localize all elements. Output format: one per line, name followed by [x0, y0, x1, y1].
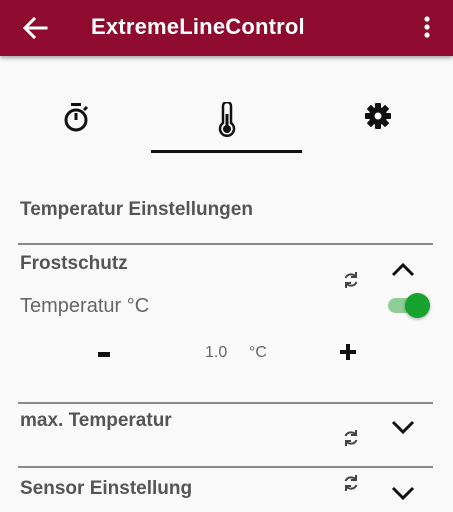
increase-button[interactable]: [340, 344, 356, 360]
app-title: ExtremeLineControl: [91, 14, 305, 39]
chevron-down-icon[interactable]: [390, 418, 416, 436]
sensor-einstellung-title[interactable]: Sensor Einstellung: [20, 478, 192, 500]
toggle-thumb: [405, 293, 430, 318]
frostschutz-title[interactable]: Frostschutz: [20, 253, 128, 275]
temperature-label: Temperatur °C: [20, 295, 150, 317]
timer-icon: [64, 103, 88, 132]
frostschutz-toggle[interactable]: [388, 293, 430, 318]
section-title: Temperatur Einstellungen: [20, 199, 253, 220]
more-vert-icon[interactable]: [415, 14, 439, 42]
app-bar: ExtremeLineControl: [0, 0, 453, 56]
divider: [18, 243, 433, 245]
max-temperatur-title[interactable]: max. Temperatur: [20, 410, 172, 432]
sync-icon[interactable]: [341, 473, 361, 493]
tab-bar: [0, 92, 453, 154]
temperature-unit: °C: [249, 344, 267, 361]
chevron-down-icon[interactable]: [390, 484, 416, 502]
chevron-up-icon[interactable]: [390, 261, 416, 279]
temperature-value: 1.0: [205, 344, 228, 361]
thermometer-icon: [218, 102, 235, 137]
sync-icon[interactable]: [341, 270, 361, 290]
settings-icon: [364, 103, 391, 129]
tab-indicator: [151, 150, 302, 153]
tab-temperature[interactable]: [151, 92, 302, 154]
decrease-button[interactable]: [98, 352, 110, 357]
divider: [18, 402, 433, 404]
tab-settings[interactable]: [302, 92, 453, 154]
divider: [18, 466, 433, 468]
tab-timer[interactable]: [0, 92, 151, 154]
arrow-left-icon[interactable]: [22, 16, 48, 40]
sync-icon[interactable]: [341, 428, 361, 448]
